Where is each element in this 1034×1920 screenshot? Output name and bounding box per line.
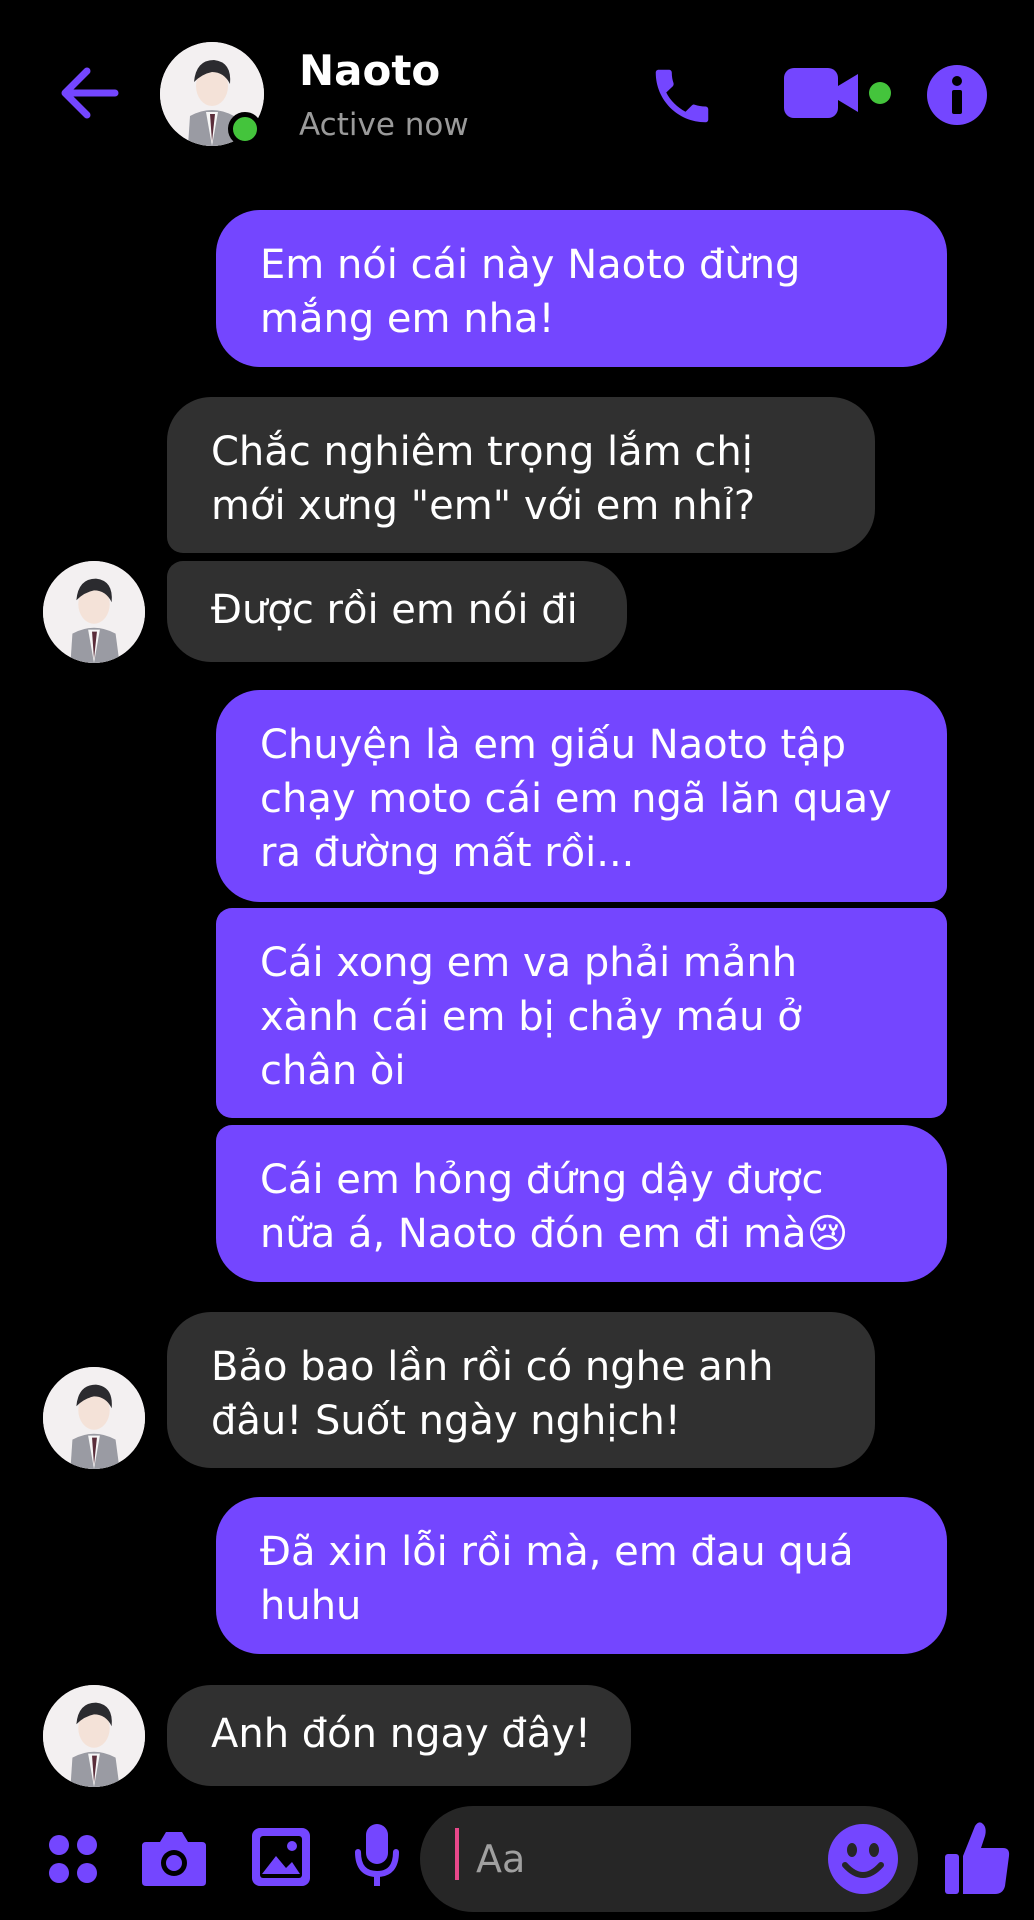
contact-avatar-image xyxy=(43,561,145,663)
emoji-button[interactable] xyxy=(826,1822,900,1896)
video-call-button[interactable] xyxy=(780,62,896,126)
camera-icon xyxy=(142,1832,206,1886)
message-received[interactable]: Bảo bao lần rồi có nghe anh đâu! Suốt ng… xyxy=(167,1312,875,1468)
info-button[interactable] xyxy=(924,62,990,128)
contact-status: Active now xyxy=(299,107,469,143)
call-button[interactable] xyxy=(642,56,722,136)
message-sent[interactable]: Đã xin lỗi rồi mà, em đau quá huhu xyxy=(216,1497,947,1654)
message-sent[interactable]: Cái xong em va phải mảnh xành cái em bị … xyxy=(216,908,947,1118)
apps-button[interactable] xyxy=(40,1826,106,1892)
message-sent[interactable]: Chuyện là em giấu Naoto tập chạy moto cá… xyxy=(216,690,947,902)
text-cursor xyxy=(455,1828,459,1880)
contact-avatar-image xyxy=(43,1367,145,1469)
voice-button[interactable] xyxy=(352,1820,402,1894)
message-sent[interactable]: Cái em hỏng đứng dậy được nữa á, Naoto đ… xyxy=(216,1125,947,1282)
back-arrow-icon xyxy=(61,67,119,119)
contact-avatar-image xyxy=(43,1685,145,1787)
message-received[interactable]: Được rồi em nói đi xyxy=(167,561,627,662)
message-avatar[interactable] xyxy=(43,561,145,663)
info-icon xyxy=(927,65,987,125)
message-received[interactable]: Anh đón ngay đây! xyxy=(167,1685,631,1786)
emoji-icon xyxy=(828,1824,898,1894)
microphone-icon xyxy=(355,1824,399,1886)
contact-name[interactable]: Naoto xyxy=(299,46,440,96)
video-camera-icon xyxy=(784,68,891,118)
gallery-button[interactable] xyxy=(248,1824,314,1890)
back-button[interactable] xyxy=(54,58,124,128)
camera-button[interactable] xyxy=(138,1824,210,1892)
message-input[interactable] xyxy=(456,1806,836,1912)
thumbs-up-icon xyxy=(945,1822,1010,1894)
apps-grid-icon xyxy=(49,1835,97,1883)
message-avatar[interactable] xyxy=(43,1685,145,1787)
phone-icon xyxy=(655,69,709,123)
image-icon xyxy=(252,1828,310,1886)
online-indicator xyxy=(228,112,262,146)
like-button[interactable] xyxy=(942,1818,1012,1898)
message-avatar[interactable] xyxy=(43,1367,145,1469)
message-received[interactable]: Chắc nghiêm trọng lắm chị mới xưng "em" … xyxy=(167,397,875,553)
message-sent[interactable]: Em nói cái này Naoto đừng mắng em nha! xyxy=(216,210,947,367)
message-composer[interactable] xyxy=(420,1806,918,1912)
